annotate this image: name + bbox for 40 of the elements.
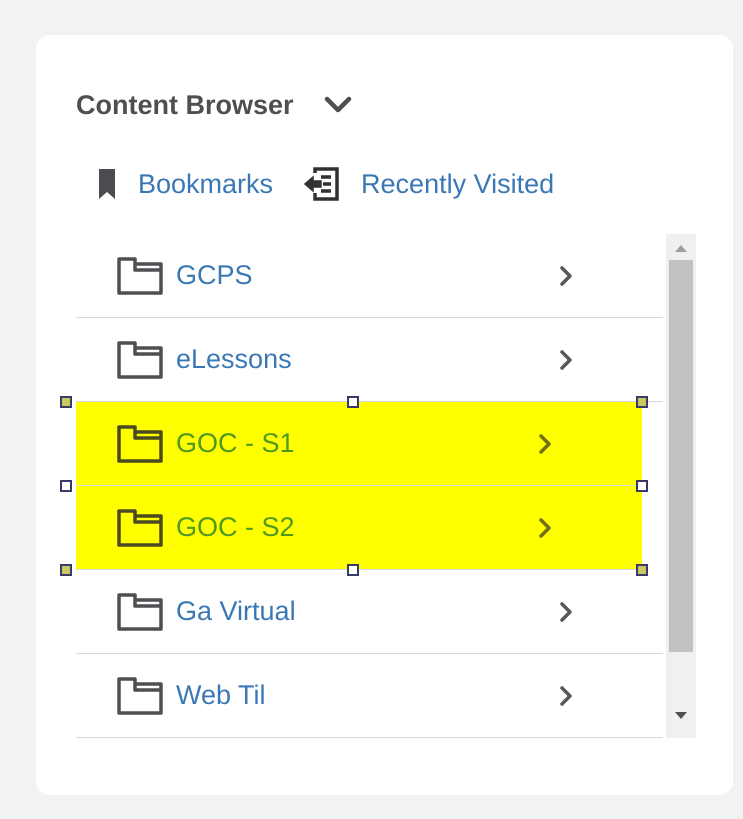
folder-name: GOC - S2 [176, 511, 296, 544]
folder-row[interactable]: Ga Virtual [76, 570, 663, 654]
folder-name: Web Til [176, 679, 267, 712]
folder-name: Ga Virtual [176, 595, 297, 628]
folder-name: GCPS [176, 259, 254, 292]
selection-handle[interactable] [636, 564, 648, 576]
nav-link[interactable]: Recently Visited [361, 164, 554, 204]
chevron-right-icon [538, 516, 552, 538]
scroll-down-icon[interactable] [675, 712, 687, 720]
folder-icon [116, 340, 164, 380]
selection-handle[interactable] [60, 396, 72, 408]
folder-icon [116, 676, 164, 716]
chevron-right-icon [559, 684, 573, 706]
folder-icon [116, 508, 164, 548]
chevron-right-icon [559, 348, 573, 370]
folder-name: GOC - S1 [176, 427, 296, 460]
selection-handle[interactable] [60, 564, 72, 576]
panel-title: Content Browser [76, 89, 294, 122]
selection-handle[interactable] [60, 480, 72, 492]
chevron-right-icon [559, 600, 573, 622]
selection-handle[interactable] [636, 480, 648, 492]
folder-icon [116, 592, 164, 632]
folder-row[interactable]: Web Til [76, 654, 663, 738]
folder-row[interactable]: GOC - S1 [76, 402, 642, 486]
nav-link[interactable]: Bookmarks [138, 164, 274, 204]
folder-icon [116, 256, 164, 296]
selection-handle[interactable] [347, 396, 359, 408]
scrollbar-thumb[interactable] [669, 260, 693, 652]
chevron-right-icon [538, 432, 552, 454]
chevron-right-icon [559, 264, 573, 286]
folder-row[interactable]: GOC - S2 [76, 486, 642, 570]
folder-icon [116, 424, 164, 464]
history-list-icon [303, 166, 340, 201]
folder-row[interactable]: GCPS [76, 234, 663, 318]
scrollbar[interactable] [666, 234, 696, 738]
selection-handle[interactable] [347, 564, 359, 576]
chevron-down-icon[interactable] [324, 96, 352, 114]
bookmark-icon [98, 168, 116, 200]
selection-handle[interactable] [636, 396, 648, 408]
folder-name: eLessons [176, 343, 293, 376]
